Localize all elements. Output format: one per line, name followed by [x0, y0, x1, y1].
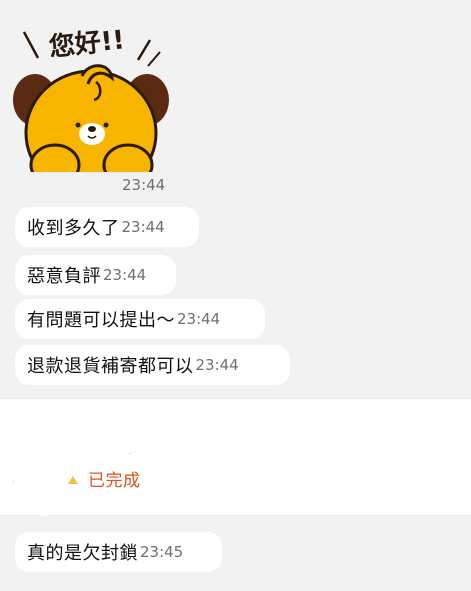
message-bubble[interactable]: 有問題可以提出～ 23:44: [15, 299, 265, 339]
order-status-card[interactable]: ⁻˙ ·: [0, 398, 471, 516]
greeting-sticker[interactable]: 您好!!: [10, 18, 170, 197]
order-status: 已完成: [66, 466, 141, 491]
message-bubble[interactable]: 真的是欠封鎖 23:45: [15, 532, 222, 572]
message-text: 真的是欠封鎖: [27, 543, 138, 564]
message-bubble[interactable]: 退款退貨補寄都可以 23:44: [15, 345, 290, 385]
bear-sticker-icon: 您好!!: [10, 24, 170, 197]
chat-area-top: 您好!! 23:44 收到多久了 23:44 惡意負評 23:44 有問題可以提…: [0, 0, 471, 398]
message-text: 惡意負評: [27, 266, 101, 287]
check-icon: [68, 475, 78, 484]
message-text: 收到多久了: [27, 218, 120, 239]
message-timestamp: 23:44: [103, 266, 147, 284]
message-bubble[interactable]: 收到多久了 23:44: [15, 207, 199, 247]
message-text: 退款退貨補寄都可以: [27, 356, 194, 377]
sticker-text: 您好!!: [47, 24, 126, 63]
sticker-timestamp: 23:44: [122, 176, 166, 194]
message-bubble[interactable]: 惡意負評 23:44: [15, 255, 176, 295]
order-status-text: 已完成: [88, 471, 141, 491]
message-timestamp: 23:45: [140, 543, 184, 561]
thumbnail-fragment: ⁻˙: [128, 451, 139, 462]
message-text: 有問題可以提出～: [27, 310, 175, 331]
message-timestamp: 23:44: [177, 310, 221, 328]
message-timestamp: 23:44: [195, 356, 239, 374]
message-timestamp: 23:44: [121, 218, 165, 236]
thumbnail-fragment: ·: [12, 477, 16, 488]
